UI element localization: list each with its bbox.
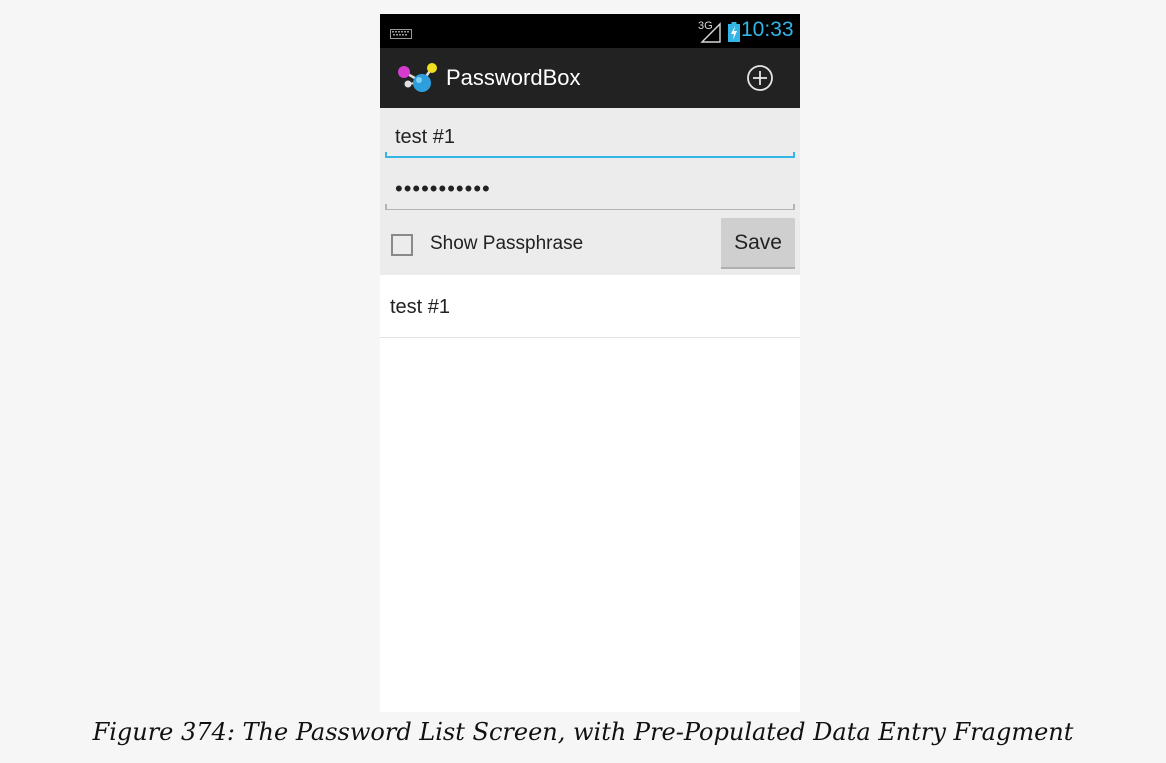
app-title: PasswordBox [446,65,581,90]
password-entry-fragment: test #1 ••••••••••• Show Passphrase Save [380,108,800,275]
list-item[interactable]: test #1 [380,275,800,338]
passphrase-field-value[interactable]: ••••••••••• [395,176,491,202]
password-list: test #1 [380,275,800,338]
show-passphrase-label[interactable]: Show Passphrase [430,233,583,255]
battery-charging-icon [728,22,740,47]
passphrase-field[interactable]: ••••••••••• [385,170,795,210]
molecule-app-icon[interactable] [396,62,438,99]
keyboard-icon [390,26,412,44]
title-field-value[interactable]: test #1 [395,126,455,149]
figure-caption: Figure 374: The Password List Screen, wi… [92,718,1074,746]
show-passphrase-checkbox[interactable] [391,234,413,256]
status-bar: 3G 10:33 [380,14,800,48]
signal-3g-icon: 3G [698,18,726,49]
save-button[interactable]: Save [721,218,795,269]
add-circle-icon [747,65,773,91]
list-item-label: test #1 [390,296,451,318]
status-clock: 10:33 [741,18,794,41]
add-button[interactable] [744,62,776,94]
action-bar: PasswordBox [380,48,800,108]
title-field[interactable]: test #1 [385,118,795,158]
network-type-label: 3G [698,20,713,32]
phone-screen: 3G 10:33 PasswordBox test #1 •••••••••••… [380,14,800,712]
title-field-underline [385,152,795,158]
passphrase-field-underline [385,204,795,210]
